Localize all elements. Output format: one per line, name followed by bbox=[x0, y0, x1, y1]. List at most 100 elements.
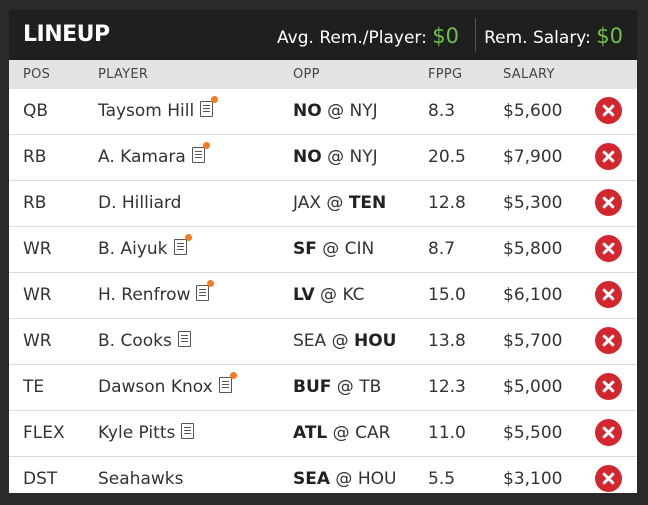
away-team: SEA bbox=[293, 469, 331, 489]
news-alert-dot-icon bbox=[211, 96, 219, 103]
player-cell[interactable]: B. Cooks bbox=[98, 331, 191, 351]
away-team: ATL bbox=[293, 423, 328, 443]
position: WR bbox=[23, 331, 52, 351]
remaining-salary-value: $0 bbox=[596, 24, 623, 48]
avg-remaining-per-player: Avg. Rem./Player: $0 bbox=[277, 24, 459, 48]
remove-player-button[interactable] bbox=[595, 235, 622, 262]
player-news-icon[interactable] bbox=[191, 142, 210, 163]
fppg-value: 15.0 bbox=[428, 285, 466, 305]
fppg-value: 5.5 bbox=[428, 469, 456, 489]
remove-player-button[interactable] bbox=[595, 419, 622, 446]
player-name[interactable]: Dawson Knox bbox=[98, 377, 213, 397]
remove-player-button[interactable] bbox=[595, 281, 622, 308]
remove-player-button[interactable] bbox=[595, 189, 622, 216]
at-separator: @ bbox=[327, 423, 356, 443]
home-team: HOU bbox=[353, 331, 397, 351]
at-separator: @ bbox=[326, 331, 354, 351]
player-cell[interactable]: B. Aiyuk bbox=[98, 234, 192, 259]
remove-player-button[interactable] bbox=[595, 97, 622, 124]
position: FLEX bbox=[23, 423, 65, 443]
fppg-value: 8.7 bbox=[428, 239, 456, 259]
lineup-rows: QB Taysom Hill NO @ NYJ 8.3 $5,600 RB A. Kamar… bbox=[9, 89, 637, 493]
remove-player-button[interactable] bbox=[595, 143, 622, 170]
avg-remaining-value: $0 bbox=[432, 24, 459, 48]
salary-value: $5,800 bbox=[503, 239, 563, 259]
home-team: HOU bbox=[357, 469, 397, 489]
salary-value: $6,100 bbox=[503, 285, 563, 305]
home-team: NYJ bbox=[349, 147, 378, 167]
opponent: NO @ NYJ bbox=[293, 101, 378, 121]
player-name[interactable]: H. Renfrow bbox=[98, 285, 190, 305]
away-team: LV bbox=[293, 285, 315, 305]
player-news-icon[interactable] bbox=[200, 96, 219, 117]
away-team: BUF bbox=[293, 377, 332, 397]
player-cell[interactable]: Kyle Pitts bbox=[98, 423, 195, 443]
remove-player-button[interactable] bbox=[595, 373, 622, 400]
news-alert-dot-icon bbox=[207, 280, 215, 287]
position: RB bbox=[23, 147, 47, 167]
salary-value: $5,600 bbox=[503, 101, 563, 121]
remove-player-button[interactable] bbox=[595, 327, 622, 354]
home-team: TEN bbox=[348, 193, 387, 213]
avg-remaining-label: Avg. Rem./Player: bbox=[277, 28, 427, 48]
away-team: JAX bbox=[293, 193, 321, 213]
player-name[interactable]: D. Hilliard bbox=[98, 193, 181, 213]
column-header-player: PLAYER bbox=[98, 67, 149, 82]
away-team: SF bbox=[293, 239, 317, 259]
player-news-icon[interactable] bbox=[218, 372, 237, 393]
lineup-row: TE Dawson Knox BUF @ TB 12.3 $5,000 bbox=[9, 364, 637, 410]
player-name[interactable]: Seahawks bbox=[98, 469, 183, 489]
fppg-value: 12.8 bbox=[428, 193, 466, 213]
at-separator: @ bbox=[331, 377, 360, 397]
fppg-value: 11.0 bbox=[428, 423, 466, 443]
player-cell[interactable]: H. Renfrow bbox=[98, 280, 215, 305]
news-alert-dot-icon bbox=[202, 142, 210, 149]
away-team: SEA bbox=[293, 331, 327, 351]
fppg-value: 13.8 bbox=[428, 331, 466, 351]
column-header-opp: OPP bbox=[293, 67, 320, 82]
remove-player-button[interactable] bbox=[595, 465, 622, 492]
salary-value: $5,000 bbox=[503, 377, 563, 397]
fppg-value: 20.5 bbox=[428, 147, 466, 167]
player-name[interactable]: A. Kamara bbox=[98, 147, 186, 167]
column-header-salary: SALARY bbox=[503, 67, 555, 82]
player-name[interactable]: Taysom Hill bbox=[98, 101, 194, 121]
position: RB bbox=[23, 193, 47, 213]
opponent: SF @ CIN bbox=[293, 239, 374, 259]
home-team: CAR bbox=[355, 423, 391, 443]
home-team: KC bbox=[342, 285, 365, 305]
player-news-icon[interactable] bbox=[173, 234, 192, 255]
lineup-row: RB A. Kamara NO @ NYJ 20.5 $7,900 bbox=[9, 134, 637, 180]
player-cell[interactable]: Taysom Hill bbox=[98, 96, 219, 121]
lineup-row: WR B. Aiyuk SF @ CIN 8.7 $5,800 bbox=[9, 226, 637, 272]
player-news-icon[interactable] bbox=[177, 331, 191, 347]
player-cell[interactable]: A. Kamara bbox=[98, 142, 210, 167]
player-name[interactable]: B. Aiyuk bbox=[98, 239, 168, 259]
player-name[interactable]: B. Cooks bbox=[98, 331, 172, 351]
opponent: NO @ NYJ bbox=[293, 147, 378, 167]
player-cell[interactable]: Seahawks bbox=[98, 469, 183, 489]
salary-value: $5,300 bbox=[503, 193, 563, 213]
position: QB bbox=[23, 101, 49, 121]
fppg-value: 8.3 bbox=[428, 101, 456, 121]
lineup-header: LINEUP Avg. Rem./Player: $0 Rem. Salary:… bbox=[9, 10, 637, 60]
news-alert-dot-icon bbox=[229, 372, 237, 379]
salary-value: $5,500 bbox=[503, 423, 563, 443]
player-news-icon[interactable] bbox=[196, 280, 215, 301]
fppg-value: 12.3 bbox=[428, 377, 466, 397]
opponent: SEA @ HOU bbox=[293, 469, 396, 489]
position: TE bbox=[23, 377, 45, 397]
home-team: NYJ bbox=[349, 101, 378, 121]
player-news-icon[interactable] bbox=[181, 423, 195, 439]
player-cell[interactable]: Dawson Knox bbox=[98, 372, 237, 397]
lineup-row: DST Seahawks SEA @ HOU 5.5 $3,100 bbox=[9, 456, 637, 493]
player-cell[interactable]: D. Hilliard bbox=[98, 193, 181, 213]
at-separator: @ bbox=[321, 101, 350, 121]
at-separator: @ bbox=[321, 193, 349, 213]
position: WR bbox=[23, 285, 52, 305]
lineup-title: LINEUP bbox=[23, 22, 110, 47]
opponent: JAX @ TEN bbox=[293, 193, 386, 213]
news-alert-dot-icon bbox=[184, 234, 192, 241]
player-name[interactable]: Kyle Pitts bbox=[98, 423, 175, 443]
position: WR bbox=[23, 239, 52, 259]
